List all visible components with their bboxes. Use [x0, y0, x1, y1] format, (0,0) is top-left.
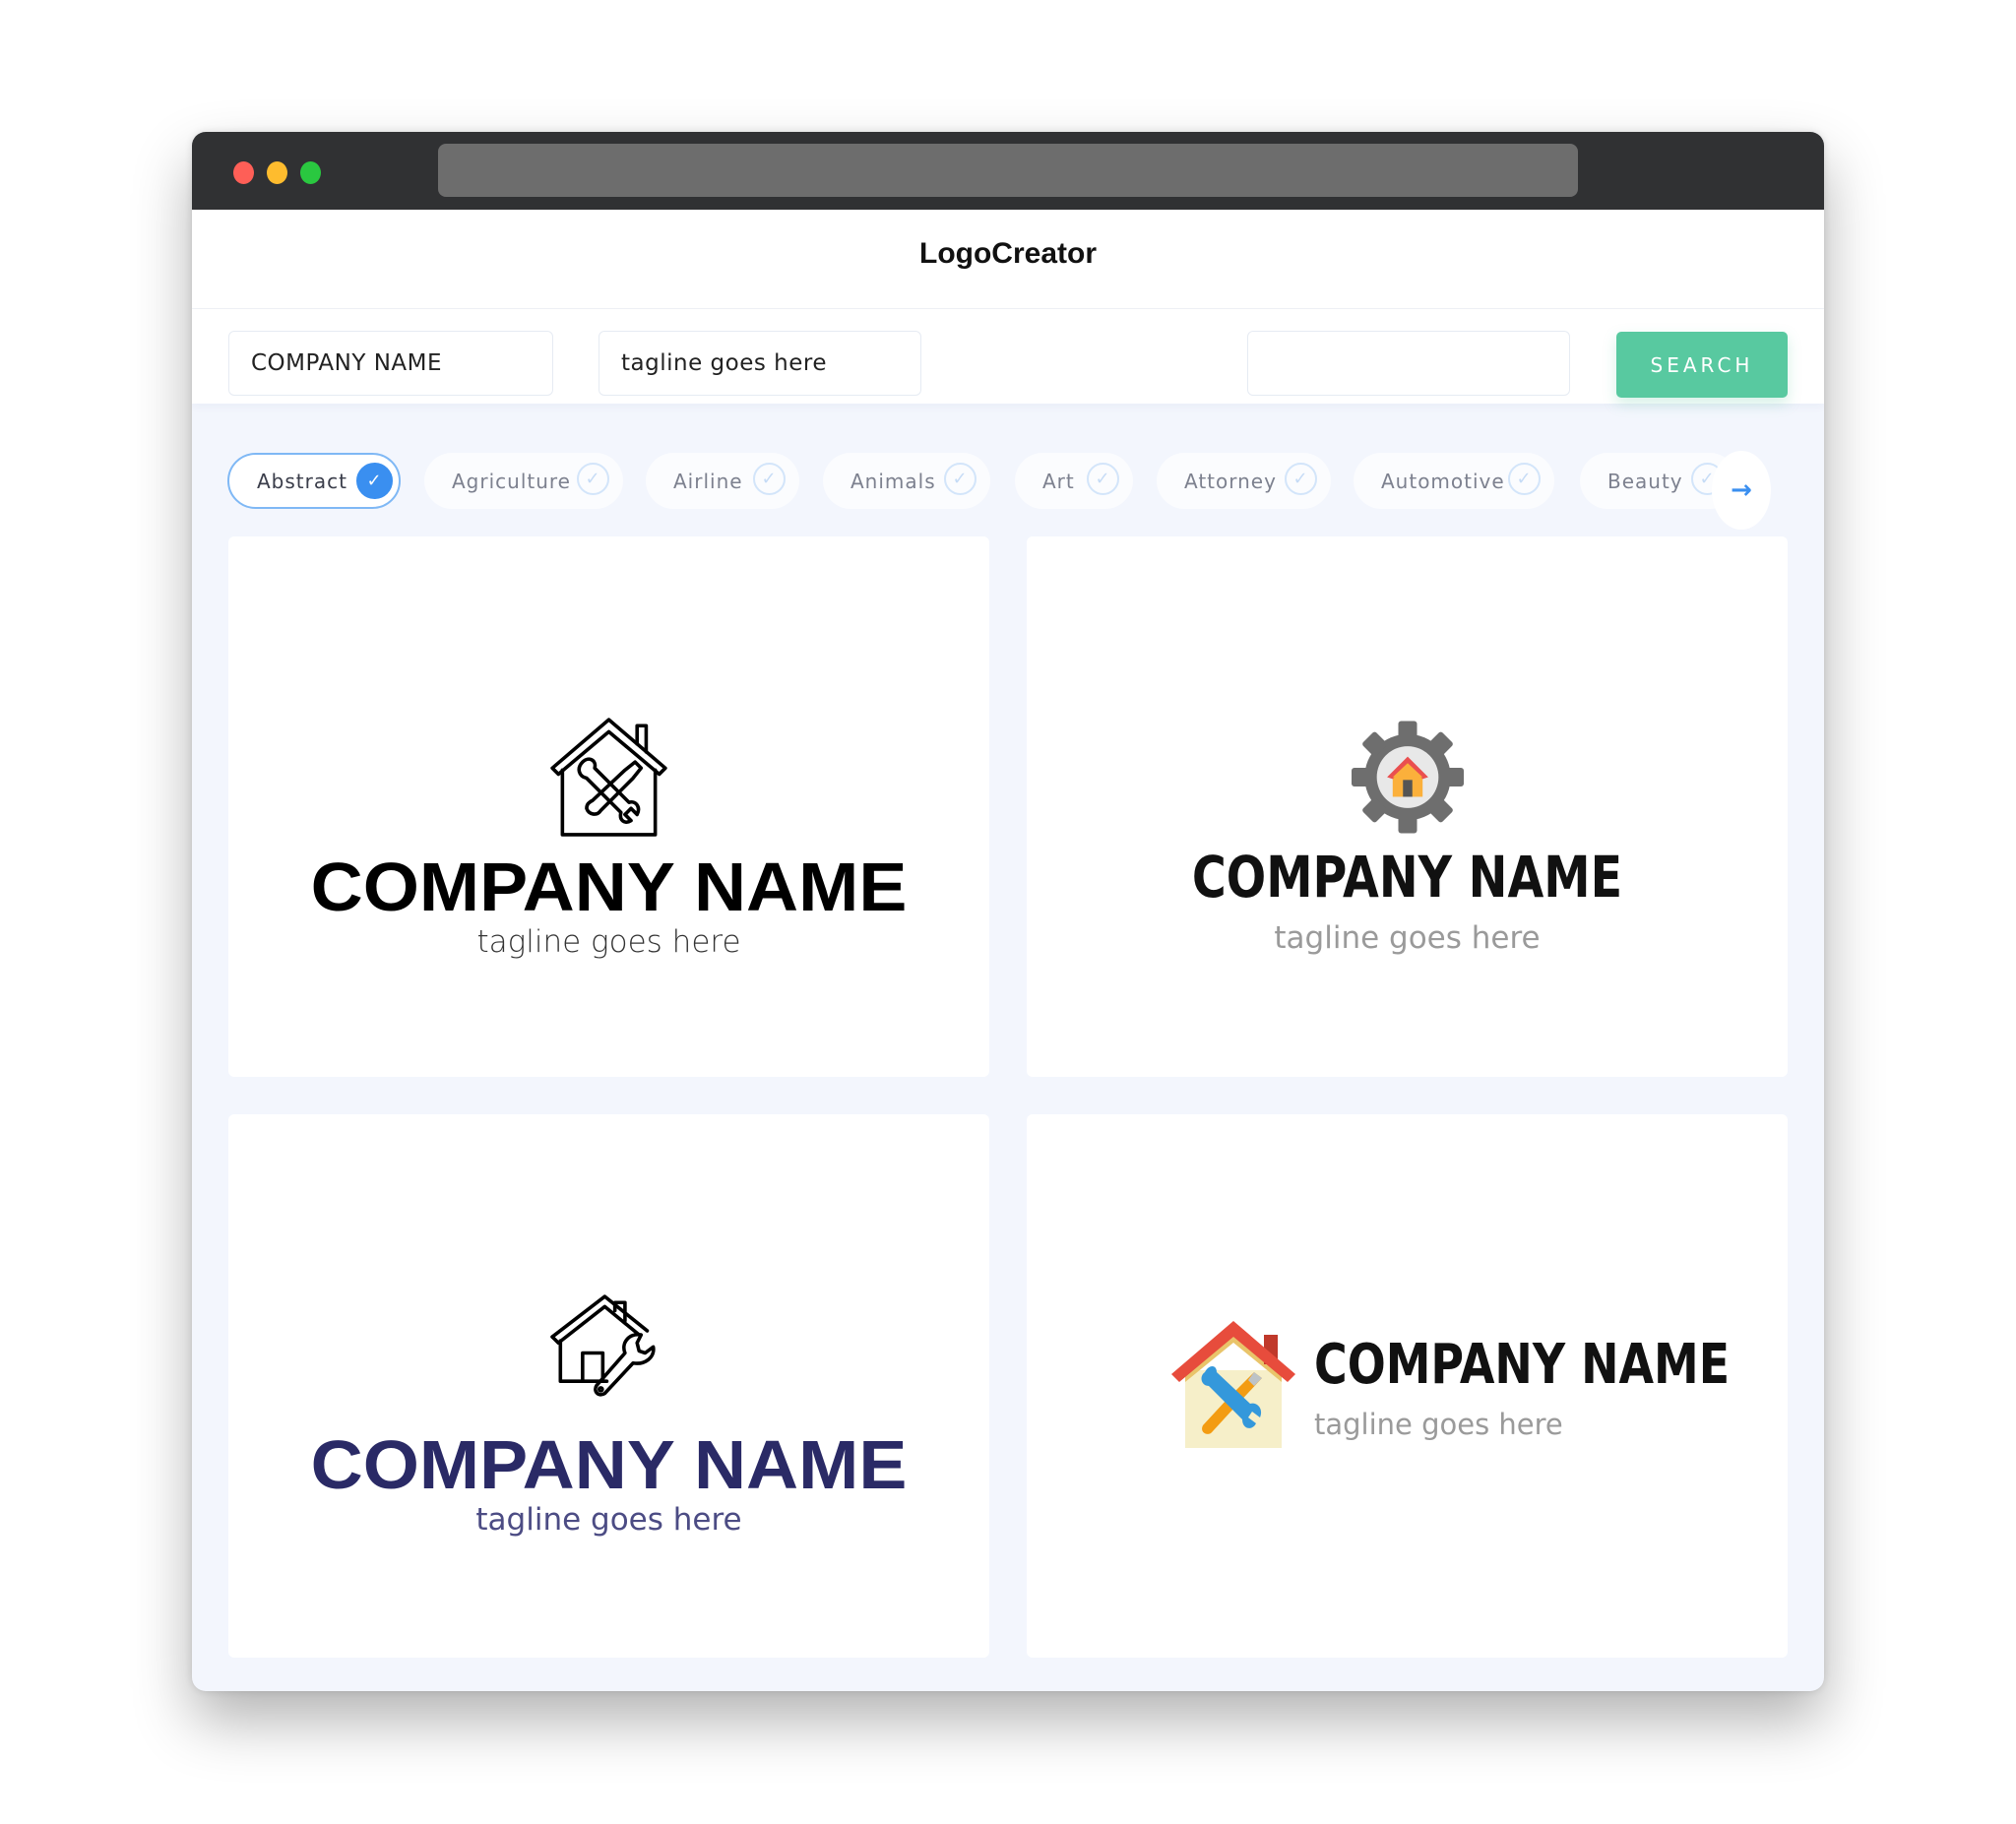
check-icon: ✓: [356, 463, 393, 499]
category-label: Automotive: [1381, 469, 1505, 493]
app-header: LogoCreator: [192, 210, 1824, 309]
logo-card[interactable]: COMPANY NAME tagline goes here: [228, 1114, 989, 1658]
category-chip-attorney[interactable]: Attorney ✓: [1157, 453, 1331, 509]
logo-company-name: COMPANY NAME: [1314, 1333, 1731, 1397]
address-bar[interactable]: [438, 144, 1578, 197]
browser-window: LogoCreator SEARCH Abstract ✓ Agricultur…: [192, 132, 1824, 1691]
house-tools-color-icon: [1171, 1321, 1295, 1448]
company-name-input[interactable]: [228, 331, 553, 396]
category-label: Beauty: [1607, 469, 1683, 493]
maximize-window-button[interactable]: [300, 161, 321, 184]
category-chip-animals[interactable]: Animals ✓: [823, 453, 990, 509]
keyword-input[interactable]: [1247, 331, 1570, 396]
logo-card[interactable]: COMPANY NAME tagline goes here: [1027, 536, 1788, 1077]
category-chip-airline[interactable]: Airline ✓: [646, 453, 799, 509]
tagline-input[interactable]: [598, 331, 921, 396]
logo-tagline: tagline goes here: [1274, 920, 1541, 956]
category-label: Art: [1042, 469, 1075, 493]
search-bar: SEARCH: [192, 309, 1824, 404]
logo-tagline: tagline goes here: [475, 1502, 742, 1538]
minimize-window-button[interactable]: [267, 161, 287, 184]
category-chip-abstract[interactable]: Abstract ✓: [227, 453, 401, 509]
gear-house-icon: [1352, 721, 1464, 834]
logo-card[interactable]: COMPANY NAME tagline goes here: [228, 536, 989, 1077]
logo-tagline: tagline goes here: [476, 924, 741, 960]
category-label: Abstract: [257, 469, 347, 493]
logo-tagline: tagline goes here: [1314, 1408, 1563, 1441]
house-wrench-screwdriver-icon: [550, 718, 667, 837]
category-label: Agriculture: [452, 469, 571, 493]
category-chip-agriculture[interactable]: Agriculture ✓: [424, 453, 623, 509]
logo-card[interactable]: COMPANY NAME tagline goes here: [1027, 1114, 1788, 1658]
close-window-button[interactable]: [233, 161, 254, 184]
logo-company-name: COMPANY NAME: [1191, 844, 1623, 911]
next-categories-button[interactable]: →: [1712, 451, 1771, 530]
category-chip-automotive[interactable]: Automotive ✓: [1354, 453, 1554, 509]
check-icon: ✓: [577, 463, 609, 495]
check-icon: ✓: [753, 463, 786, 495]
category-filter-bar: Abstract ✓ Agriculture ✓ Airline ✓ Anima…: [192, 437, 1824, 530]
arrow-right-icon: →: [1731, 475, 1752, 505]
check-icon: ✓: [1508, 463, 1541, 495]
app-title: LogoCreator: [919, 237, 1097, 270]
logo-company-name: COMPANY NAME: [310, 849, 908, 925]
category-chip-art[interactable]: Art ✓: [1015, 453, 1133, 509]
check-icon: ✓: [944, 463, 976, 495]
check-icon: ✓: [1087, 463, 1119, 495]
category-label: Attorney: [1184, 469, 1277, 493]
title-bar: [192, 132, 1824, 210]
logo-company-name: COMPANY NAME: [310, 1426, 908, 1503]
search-button[interactable]: SEARCH: [1616, 332, 1788, 398]
category-label: Airline: [673, 469, 743, 493]
category-label: Animals: [850, 469, 936, 493]
house-wrench-icon: [550, 1294, 656, 1397]
check-icon: ✓: [1285, 463, 1317, 495]
